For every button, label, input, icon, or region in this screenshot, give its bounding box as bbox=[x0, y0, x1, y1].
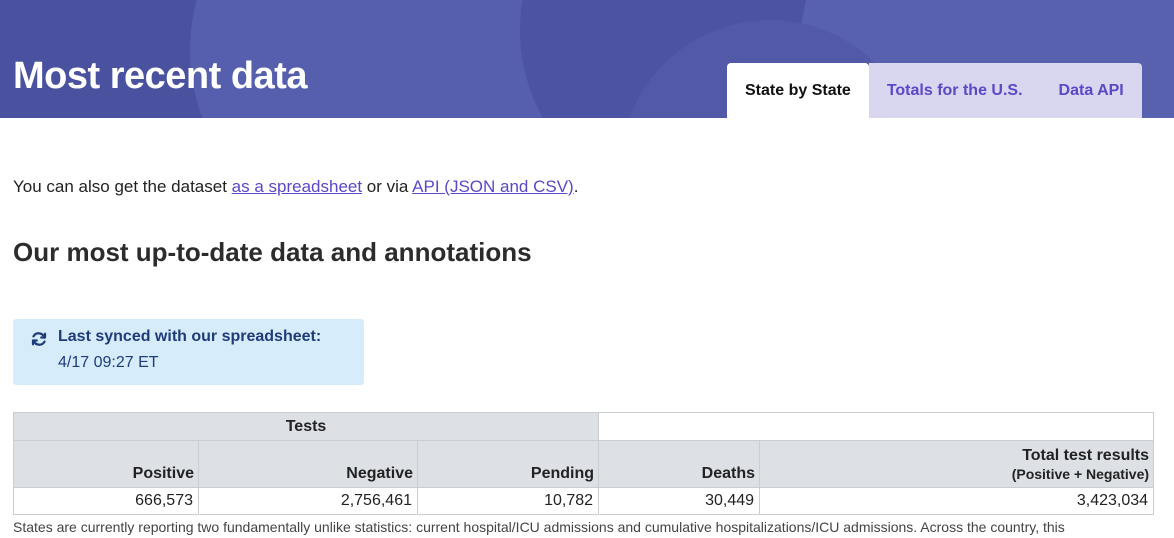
data-table: Tests Positive Negative Pending Deaths T… bbox=[12, 412, 1155, 515]
sync-icon bbox=[31, 332, 47, 346]
cell-pending: 10,782 bbox=[416, 487, 600, 515]
api-link[interactable]: API (JSON and CSV) bbox=[412, 177, 574, 196]
cell-positive: 666,573 bbox=[13, 487, 199, 515]
tab-state-by-state[interactable]: State by State bbox=[727, 63, 869, 118]
tab-data-api[interactable]: Data API bbox=[1040, 63, 1142, 118]
table-row: 666,573 2,756,461 10,782 30,449 3,423,03… bbox=[13, 487, 1155, 515]
column-header-positive: Positive bbox=[13, 440, 199, 488]
column-header-negative: Negative bbox=[198, 440, 418, 488]
cell-deaths: 30,449 bbox=[598, 487, 761, 515]
intro-text-before: You can also get the dataset bbox=[13, 177, 232, 196]
table-header-row: Positive Negative Pending Deaths Total t… bbox=[13, 440, 1155, 488]
column-header-pending: Pending bbox=[416, 440, 600, 488]
column-header-total-label: Total test results bbox=[1022, 447, 1150, 464]
sync-timestamp: 4/17 09:27 ET bbox=[58, 354, 159, 371]
intro-text-middle: or via bbox=[362, 177, 413, 196]
table-group-header-row: Tests bbox=[12, 412, 1155, 441]
footnote-text: States are currently reporting two funda… bbox=[13, 519, 1065, 535]
column-header-total-test-results: Total test results (Positive + Negative) bbox=[759, 440, 1155, 488]
cell-total-test-results: 3,423,034 bbox=[759, 487, 1155, 515]
page-title: Most recent data bbox=[13, 55, 307, 97]
cell-negative: 2,756,461 bbox=[198, 487, 418, 515]
intro-text-after: . bbox=[573, 177, 579, 196]
section-heading: Our most up-to-date data and annotations bbox=[13, 237, 532, 267]
tests-group-header: Tests bbox=[12, 412, 600, 441]
tab-bar: State by State Totals for the U.S. Data … bbox=[727, 63, 1142, 118]
column-header-deaths: Deaths bbox=[598, 440, 761, 488]
sync-title: Last synced with our spreadsheet: bbox=[58, 328, 322, 345]
sync-status-box: Last synced with our spreadsheet: 4/17 0… bbox=[13, 319, 364, 385]
blank-group-header bbox=[598, 412, 1155, 441]
column-header-total-sublabel: (Positive + Negative) bbox=[1011, 466, 1150, 482]
intro-text: You can also get the dataset as a spread… bbox=[13, 176, 578, 198]
tab-totals-us[interactable]: Totals for the U.S. bbox=[868, 63, 1041, 118]
spreadsheet-link[interactable]: as a spreadsheet bbox=[232, 177, 362, 196]
